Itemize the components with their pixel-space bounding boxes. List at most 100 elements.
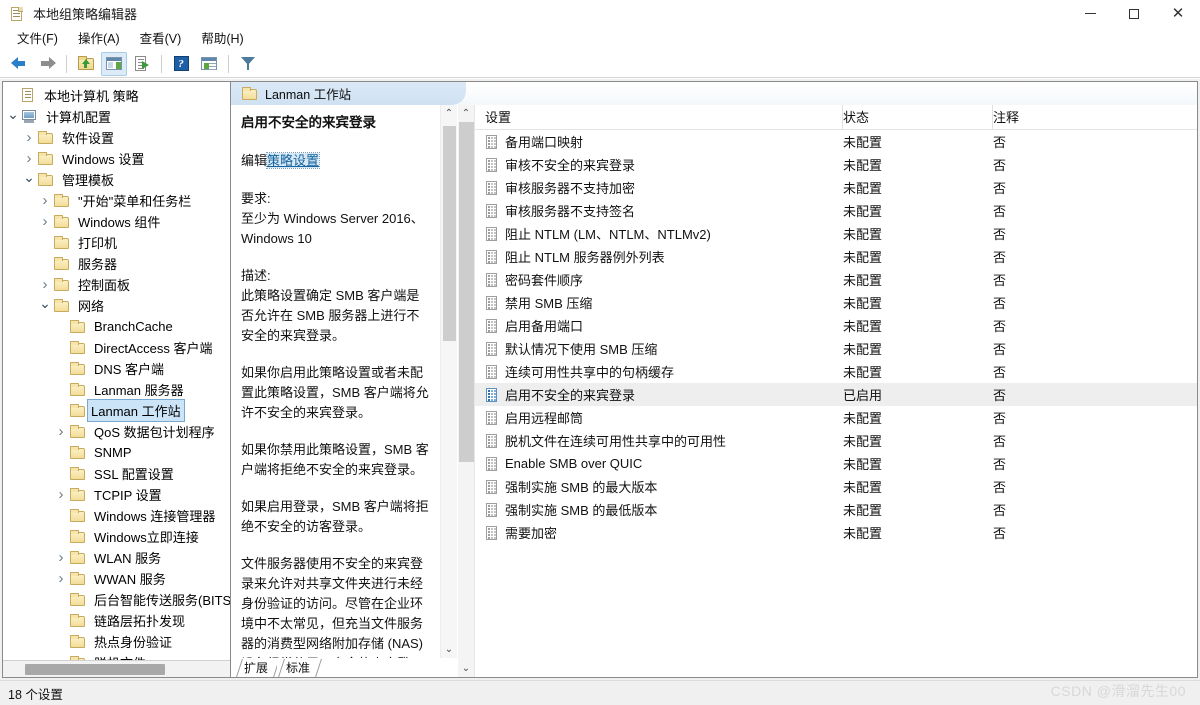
scroll-down-arrow-icon[interactable]: ⌄ — [458, 660, 475, 677]
tree-item[interactable]: Lanman 工作站 — [3, 399, 230, 422]
menu-action[interactable]: 操作(A) — [69, 29, 129, 49]
column-header-state[interactable]: 状态 — [843, 105, 993, 130]
tree-item[interactable]: DNS 客户端 — [3, 358, 230, 379]
table-row[interactable]: 审核服务器不支持签名 未配置 否 — [475, 199, 1197, 222]
tree-scroll-area[interactable]: 本地计算机 策略 计算机配置软件设置 Windows 设置管理模板 "开始"菜单和任… — [3, 82, 230, 660]
tree-item-label: 网络 — [78, 299, 105, 314]
tree-item[interactable]: 服务器 — [3, 253, 230, 274]
table-row[interactable]: 需要加密 未配置 否 — [475, 521, 1197, 544]
scrollbar-track[interactable] — [441, 122, 458, 641]
tree-item[interactable]: SNMP — [3, 442, 230, 463]
table-row[interactable]: 启用备用端口 未配置 否 — [475, 314, 1197, 337]
cell-setting-label: 密码套件顺序 — [505, 273, 584, 288]
tree-item[interactable]: SSL 配置设置 — [3, 463, 230, 484]
chevron-down-icon[interactable] — [21, 173, 37, 187]
tree-item[interactable]: 网络 — [3, 295, 230, 316]
cell-setting: 禁用 SMB 压缩 — [475, 293, 843, 312]
chevron-down-icon[interactable] — [37, 299, 53, 313]
edit-policy-setting-link[interactable]: 策略设置 — [266, 152, 321, 169]
tree-item[interactable]: Windows 连接管理器 — [3, 505, 230, 526]
chevron-right-icon[interactable] — [53, 424, 69, 439]
chevron-right-icon[interactable] — [21, 130, 37, 145]
menu-help[interactable]: 帮助(H) — [192, 29, 252, 49]
tree-item[interactable]: "开始"菜单和任务栏 — [3, 190, 230, 211]
maximize-button[interactable] — [1112, 0, 1156, 28]
tree-item[interactable]: 计算机配置 — [3, 106, 230, 127]
table-row[interactable]: 强制实施 SMB 的最低版本 未配置 否 — [475, 498, 1197, 521]
chevron-right-icon[interactable] — [53, 487, 69, 502]
tree-item[interactable]: 后台智能传送服务(BITS) — [3, 589, 230, 610]
tree-item[interactable]: Windows 组件 — [3, 211, 230, 232]
table-row[interactable]: 禁用 SMB 压缩 未配置 否 — [475, 291, 1197, 314]
tree-item[interactable]: TCPIP 设置 — [3, 484, 230, 505]
tree-item[interactable]: WLAN 服务 — [3, 547, 230, 568]
tab-standard[interactable]: 标准 — [277, 659, 320, 677]
close-button[interactable]: ✕ — [1156, 0, 1200, 28]
chevron-right-icon[interactable] — [53, 550, 69, 565]
filter-button[interactable] — [235, 52, 261, 76]
menu-file[interactable]: 文件(F) — [8, 29, 67, 49]
column-header-setting[interactable]: 设置 — [475, 105, 843, 130]
chevron-right-icon[interactable] — [21, 151, 37, 166]
chevron-down-icon[interactable] — [5, 110, 21, 124]
tree-item[interactable]: 软件设置 — [3, 127, 230, 148]
table-row[interactable]: 启用远程邮筒 未配置 否 — [475, 406, 1197, 429]
tree-horizontal-scrollbar[interactable] — [3, 660, 230, 677]
list-vertical-scrollbar[interactable]: ⌃ ⌄ — [458, 105, 475, 677]
chevron-right-icon[interactable] — [37, 193, 53, 208]
tree-item[interactable]: DirectAccess 客户端 — [3, 337, 230, 358]
chevron-right-icon[interactable] — [37, 214, 53, 229]
tree-item[interactable]: Windows立即连接 — [3, 526, 230, 547]
tree-item-label: DirectAccess 客户端 — [94, 341, 213, 356]
minimize-button[interactable] — [1068, 0, 1112, 28]
menu-view[interactable]: 查看(V) — [131, 29, 191, 49]
tree-item-root[interactable]: 本地计算机 策略 — [3, 85, 230, 106]
properties-button[interactable] — [196, 52, 222, 76]
forward-button[interactable] — [34, 52, 60, 76]
tree-item[interactable]: 控制面板 — [3, 274, 230, 295]
help-button[interactable]: ? — [168, 52, 194, 76]
settings-list: 设置 状态 注释 备用端口映射 未配置否审核不安全的来宾登录 未配置否审核服务器不支… — [475, 105, 1197, 677]
scroll-up-arrow-icon[interactable]: ⌃ — [458, 105, 475, 122]
tree-item[interactable]: WWAN 服务 — [3, 568, 230, 589]
tree-item[interactable]: Windows 设置 — [3, 148, 230, 169]
table-row[interactable]: 阻止 NTLM 服务器例外列表 未配置 否 — [475, 245, 1197, 268]
tree-item[interactable]: Lanman 服务器 — [3, 379, 230, 400]
folder-icon — [69, 613, 86, 628]
table-row[interactable]: 启用不安全的来宾登录 已启用 否 — [475, 383, 1197, 406]
scroll-up-arrow-icon[interactable]: ⌃ — [441, 105, 458, 122]
tree-item[interactable]: 链路层拓扑发现 — [3, 610, 230, 631]
cell-state: 未配置 — [843, 158, 883, 173]
column-header-comment[interactable]: 注释 — [993, 105, 1197, 130]
tree-item[interactable]: 热点身份验证 — [3, 631, 230, 652]
chevron-right-icon[interactable] — [37, 277, 53, 292]
table-row[interactable]: 强制实施 SMB 的最大版本 未配置 否 — [475, 475, 1197, 498]
table-row[interactable]: 审核服务器不支持加密 未配置 否 — [475, 176, 1197, 199]
tree-item[interactable]: 脱机文件 — [3, 652, 230, 660]
table-row[interactable]: 默认情况下使用 SMB 压缩 未配置 否 — [475, 337, 1197, 360]
tree-item[interactable]: BranchCache — [3, 316, 230, 337]
description-vertical-scrollbar[interactable]: ⌃ ⌄ — [440, 105, 457, 658]
tab-extended[interactable]: 扩展 — [235, 659, 278, 677]
tree-item[interactable]: QoS 数据包计划程序 — [3, 421, 230, 442]
table-row[interactable]: 备用端口映射 未配置 否 — [475, 130, 1197, 153]
scrollbar-thumb[interactable] — [458, 122, 474, 462]
export-list-button[interactable] — [129, 52, 155, 76]
show-hide-console-tree-button[interactable] — [101, 51, 127, 76]
tree-item-label: 链路层拓扑发现 — [94, 614, 186, 629]
scrollbar-thumb[interactable] — [25, 664, 165, 675]
scrollbar-track[interactable] — [458, 122, 475, 660]
up-one-level-button[interactable] — [73, 52, 99, 76]
tree-item[interactable]: 打印机 — [3, 232, 230, 253]
table-row[interactable]: 脱机文件在连续可用性共享中的可用性 未配置 否 — [475, 429, 1197, 452]
table-row[interactable]: 阻止 NTLM (LM、NTLM、NTLMv2) 未配置 否 — [475, 222, 1197, 245]
back-button[interactable] — [6, 52, 32, 76]
table-row[interactable]: 审核不安全的来宾登录 未配置 否 — [475, 153, 1197, 176]
scroll-down-arrow-icon[interactable]: ⌄ — [441, 641, 458, 658]
chevron-right-icon[interactable] — [53, 571, 69, 586]
table-row[interactable]: 连续可用性共享中的句柄缓存 未配置 否 — [475, 360, 1197, 383]
scrollbar-thumb[interactable] — [442, 126, 456, 341]
table-row[interactable]: 密码套件顺序 未配置 否 — [475, 268, 1197, 291]
tree-item[interactable]: 管理模板 — [3, 169, 230, 190]
table-row[interactable]: Enable SMB over QUIC 未配置 否 — [475, 452, 1197, 475]
